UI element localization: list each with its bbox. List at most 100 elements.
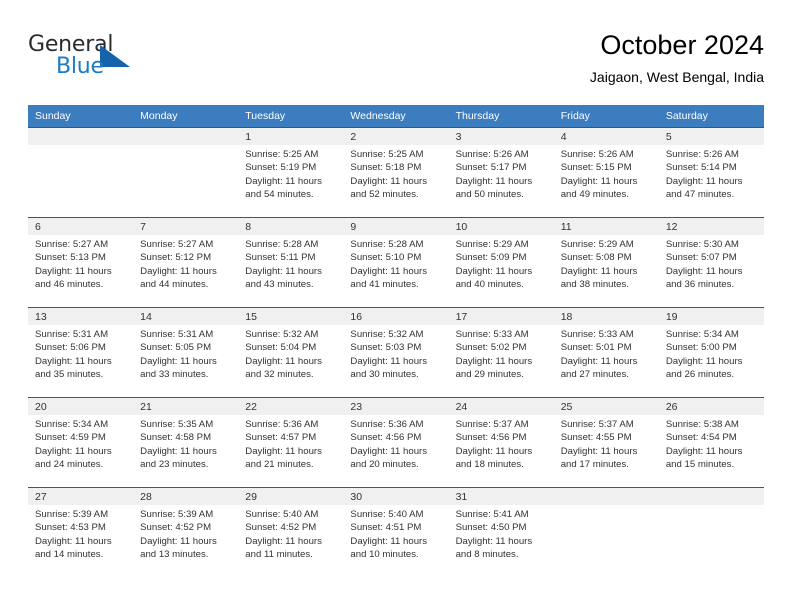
calendar-day-cell[interactable]: 16 Sunrise: 5:32 AM Sunset: 5:03 PM Dayligh… bbox=[343, 307, 449, 398]
sunrise-text: Sunrise: 5:34 AM bbox=[35, 419, 109, 430]
daylight-text-line2: and 41 minutes. bbox=[350, 279, 419, 291]
daylight-text-line1: Daylight: 11 hours bbox=[455, 445, 533, 457]
calendar-day-cell[interactable]: 20 Sunrise: 5:34 AM Sunset: 4:59 PM Dayligh… bbox=[28, 397, 134, 488]
calendar-day-cell[interactable]: 2 Sunrise: 5:25 AM Sunset: 5:18 PM Daylight… bbox=[343, 127, 449, 218]
sunset-text: Sunset: 5:11 PM bbox=[245, 252, 316, 264]
sunrise-text: Sunrise: 5:27 AM bbox=[35, 239, 109, 250]
sunset-text: Sunset: 5:19 PM bbox=[245, 162, 317, 174]
weekday-header-monday: Monday bbox=[133, 105, 239, 128]
day-number: 2 bbox=[343, 128, 449, 145]
sunset-text: Sunset: 4:57 PM bbox=[245, 432, 317, 444]
sunset-text: Sunset: 4:50 PM bbox=[455, 522, 527, 534]
calendar-day-cell[interactable]: 3 Sunrise: 5:26 AM Sunset: 5:17 PM Daylight… bbox=[448, 127, 554, 218]
sunset-text: Sunset: 5:14 PM bbox=[665, 162, 737, 174]
day-details bbox=[554, 505, 659, 508]
daylight-text-line1: Daylight: 11 hours bbox=[35, 355, 112, 367]
calendar-day-cell[interactable]: 30 Sunrise: 5:40 AM Sunset: 4:51 PM Dayligh… bbox=[343, 487, 449, 577]
daylight-text-line2: and 14 minutes. bbox=[35, 549, 104, 561]
day-number: 6 bbox=[28, 218, 134, 235]
sunrise-text: Sunrise: 5:39 AM bbox=[35, 509, 109, 520]
daylight-text-line2: and 35 minutes. bbox=[35, 369, 104, 381]
calendar-day-cell[interactable]: 4 Sunrise: 5:26 AM Sunset: 5:15 PM Daylight… bbox=[553, 127, 659, 218]
day-number: 21 bbox=[133, 398, 239, 415]
daylight-text-line1: Daylight: 11 hours bbox=[350, 175, 428, 187]
daylight-text-line2: and 32 minutes. bbox=[245, 369, 314, 381]
day-details: Sunrise: 5:25 AM Sunset: 5:19 PM Daylight:… bbox=[238, 145, 343, 202]
calendar-day-cell[interactable]: 25 Sunrise: 5:37 AM Sunset: 4:55 PM Dayligh… bbox=[553, 397, 659, 488]
sunset-text: Sunset: 5:06 PM bbox=[35, 342, 106, 354]
daylight-text-line2: and 24 minutes. bbox=[35, 459, 104, 471]
day-details: Sunrise: 5:29 AM Sunset: 5:09 PM Daylight:… bbox=[449, 235, 554, 292]
calendar-header-row: Sunday Monday Tuesday Wednesday Thursday… bbox=[28, 105, 764, 128]
daylight-text-line2: and 46 minutes. bbox=[35, 279, 104, 291]
calendar-day-cell[interactable]: 28 Sunrise: 5:39 AM Sunset: 4:52 PM Dayligh… bbox=[133, 487, 239, 577]
generalblue-logo[interactable]: General Blue bbox=[28, 32, 148, 86]
calendar-week-row: 1 Sunrise: 5:25 AM Sunset: 5:19 PM Daylight… bbox=[28, 127, 764, 218]
calendar-day-cell[interactable]: 22 Sunrise: 5:36 AM Sunset: 4:57 PM Dayligh… bbox=[238, 397, 344, 488]
calendar-day-cell[interactable]: 24 Sunrise: 5:37 AM Sunset: 4:56 PM Dayligh… bbox=[448, 397, 554, 488]
sunset-text: Sunset: 4:56 PM bbox=[455, 432, 527, 444]
calendar-day-cell[interactable]: 21 Sunrise: 5:35 AM Sunset: 4:58 PM Dayligh… bbox=[133, 397, 239, 488]
calendar-day-cell[interactable]: 8 Sunrise: 5:28 AM Sunset: 5:11 PM Daylight… bbox=[238, 217, 344, 308]
daylight-text-line1: Daylight: 11 hours bbox=[35, 265, 112, 277]
day-details: Sunrise: 5:34 AM Sunset: 4:59 PM Daylight:… bbox=[28, 415, 133, 472]
day-details: Sunrise: 5:31 AM Sunset: 5:05 PM Daylight:… bbox=[133, 325, 238, 382]
day-details: Sunrise: 5:25 AM Sunset: 5:18 PM Daylight:… bbox=[343, 145, 448, 202]
calendar-day-cell[interactable]: 29 Sunrise: 5:40 AM Sunset: 4:52 PM Dayligh… bbox=[238, 487, 344, 577]
day-number: 26 bbox=[658, 398, 764, 415]
day-details: Sunrise: 5:30 AM Sunset: 5:07 PM Daylight:… bbox=[659, 235, 764, 292]
weekday-header-tuesday: Tuesday bbox=[238, 105, 344, 128]
daylight-text-line1: Daylight: 11 hours bbox=[455, 535, 533, 547]
logo-text-blue: Blue bbox=[56, 54, 104, 79]
calendar-day-cell[interactable]: 5 Sunrise: 5:26 AM Sunset: 5:14 PM Daylight… bbox=[658, 127, 764, 218]
daylight-text-line1: Daylight: 11 hours bbox=[455, 355, 533, 367]
daylight-text-line1: Daylight: 11 hours bbox=[350, 535, 428, 547]
calendar-day-cell[interactable]: 23 Sunrise: 5:36 AM Sunset: 4:56 PM Dayligh… bbox=[343, 397, 449, 488]
day-number: 18 bbox=[553, 308, 659, 325]
sunrise-text: Sunrise: 5:25 AM bbox=[245, 149, 319, 160]
calendar-day-cell[interactable]: 15 Sunrise: 5:32 AM Sunset: 5:04 PM Dayligh… bbox=[238, 307, 344, 398]
day-details: Sunrise: 5:40 AM Sunset: 4:52 PM Daylight:… bbox=[238, 505, 343, 562]
sunset-text: Sunset: 5:07 PM bbox=[665, 252, 737, 264]
day-number: 17 bbox=[448, 308, 554, 325]
day-details: Sunrise: 5:36 AM Sunset: 4:57 PM Daylight:… bbox=[238, 415, 343, 472]
day-number: 19 bbox=[658, 308, 764, 325]
sunset-text: Sunset: 5:10 PM bbox=[350, 252, 422, 264]
calendar-day-cell[interactable]: 6 Sunrise: 5:27 AM Sunset: 5:13 PM Daylight… bbox=[28, 217, 134, 308]
calendar-day-cell[interactable]: 1 Sunrise: 5:25 AM Sunset: 5:19 PM Daylight… bbox=[238, 127, 344, 218]
daylight-text-line1: Daylight: 11 hours bbox=[560, 355, 638, 367]
day-details: Sunrise: 5:37 AM Sunset: 4:56 PM Daylight:… bbox=[449, 415, 554, 472]
calendar-day-cell[interactable]: 12 Sunrise: 5:30 AM Sunset: 5:07 PM Dayligh… bbox=[658, 217, 764, 308]
calendar-day-cell[interactable]: 31 Sunrise: 5:41 AM Sunset: 4:50 PM Dayligh… bbox=[448, 487, 554, 577]
calendar-day-cell[interactable]: 19 Sunrise: 5:34 AM Sunset: 5:00 PM Dayligh… bbox=[658, 307, 764, 398]
day-details: Sunrise: 5:36 AM Sunset: 4:56 PM Daylight:… bbox=[343, 415, 448, 472]
daylight-text-line1: Daylight: 11 hours bbox=[350, 355, 428, 367]
calendar-day-cell[interactable]: 10 Sunrise: 5:29 AM Sunset: 5:09 PM Dayligh… bbox=[448, 217, 554, 308]
daylight-text-line2: and 33 minutes. bbox=[140, 369, 209, 381]
day-number: 27 bbox=[28, 488, 134, 505]
sunrise-text: Sunrise: 5:31 AM bbox=[140, 329, 214, 340]
day-number bbox=[658, 488, 764, 505]
sunset-text: Sunset: 4:52 PM bbox=[140, 522, 212, 534]
daylight-text-line1: Daylight: 11 hours bbox=[665, 175, 743, 187]
daylight-text-line2: and 43 minutes. bbox=[245, 279, 314, 291]
daylight-text-line2: and 10 minutes. bbox=[350, 549, 419, 561]
daylight-text-line2: and 36 minutes. bbox=[665, 279, 735, 291]
calendar-day-cell[interactable]: 11 Sunrise: 5:29 AM Sunset: 5:08 PM Dayligh… bbox=[553, 217, 659, 308]
sunrise-text: Sunrise: 5:32 AM bbox=[350, 329, 424, 340]
calendar-day-cell[interactable]: 26 Sunrise: 5:38 AM Sunset: 4:54 PM Dayligh… bbox=[658, 397, 764, 488]
calendar-day-cell[interactable]: 27 Sunrise: 5:39 AM Sunset: 4:53 PM Dayligh… bbox=[28, 487, 134, 577]
calendar-day-cell[interactable]: 7 Sunrise: 5:27 AM Sunset: 5:12 PM Daylight… bbox=[133, 217, 239, 308]
calendar-day-cell[interactable]: 14 Sunrise: 5:31 AM Sunset: 5:05 PM Dayligh… bbox=[133, 307, 239, 398]
day-number: 15 bbox=[238, 308, 344, 325]
calendar-day-cell[interactable]: 9 Sunrise: 5:28 AM Sunset: 5:10 PM Daylight… bbox=[343, 217, 449, 308]
calendar-day-cell[interactable]: 17 Sunrise: 5:33 AM Sunset: 5:02 PM Dayligh… bbox=[448, 307, 554, 398]
day-number: 9 bbox=[343, 218, 449, 235]
daylight-text-line1: Daylight: 11 hours bbox=[140, 535, 217, 547]
sunrise-text: Sunrise: 5:29 AM bbox=[455, 239, 529, 250]
calendar-day-cell[interactable]: 18 Sunrise: 5:33 AM Sunset: 5:01 PM Dayligh… bbox=[553, 307, 659, 398]
calendar-day-cell[interactable]: 13 Sunrise: 5:31 AM Sunset: 5:06 PM Dayligh… bbox=[28, 307, 134, 398]
sunrise-text: Sunrise: 5:28 AM bbox=[350, 239, 424, 250]
daylight-text-line1: Daylight: 11 hours bbox=[35, 445, 112, 457]
day-number: 3 bbox=[448, 128, 554, 145]
